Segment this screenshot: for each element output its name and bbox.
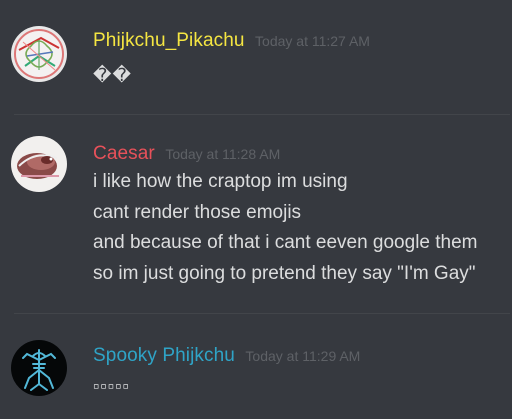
message-line: and because of that i cant eeven google …	[93, 232, 478, 253]
username[interactable]: Caesar	[93, 143, 155, 164]
message-header: Spooky Phijkchu Today at 11:29 AM	[93, 344, 360, 369]
message-content: i like how the craptop im using cant ren…	[93, 167, 478, 289]
message-divider	[14, 313, 510, 314]
message-line: ▫▫▫▫▫	[93, 376, 130, 396]
username[interactable]: Spooky Phijkchu	[93, 345, 235, 366]
frog-skeleton-avatar-icon	[11, 340, 67, 396]
message-content: ▫▫▫▫▫	[93, 371, 130, 402]
timestamp: Today at 11:27 AM	[255, 33, 370, 49]
message-divider	[14, 114, 510, 115]
timestamp: Today at 11:28 AM	[165, 146, 281, 162]
message-header: Caesar Today at 11:28 AM	[93, 142, 280, 167]
message-line: so im just going to pretend they say "I'…	[93, 262, 476, 284]
message-content: ��	[93, 60, 132, 91]
user-avatar[interactable]	[11, 136, 67, 192]
bird-photo-avatar-icon	[11, 136, 67, 192]
clover-sketch-avatar-icon	[11, 26, 67, 82]
user-avatar[interactable]	[11, 26, 67, 82]
message-line: i like how the craptop im using	[93, 171, 348, 192]
message-line: cant render those emojis	[93, 201, 302, 223]
chat-messages: Phijkchu_Pikachu Today at 11:27 AM �� Ca…	[0, 0, 512, 419]
message-line: ��	[93, 65, 132, 85]
user-avatar[interactable]	[11, 340, 67, 396]
message-header: Phijkchu_Pikachu Today at 11:27 AM	[93, 29, 370, 54]
timestamp: Today at 11:29 AM	[245, 348, 361, 364]
username[interactable]: Phijkchu_Pikachu	[93, 30, 245, 51]
